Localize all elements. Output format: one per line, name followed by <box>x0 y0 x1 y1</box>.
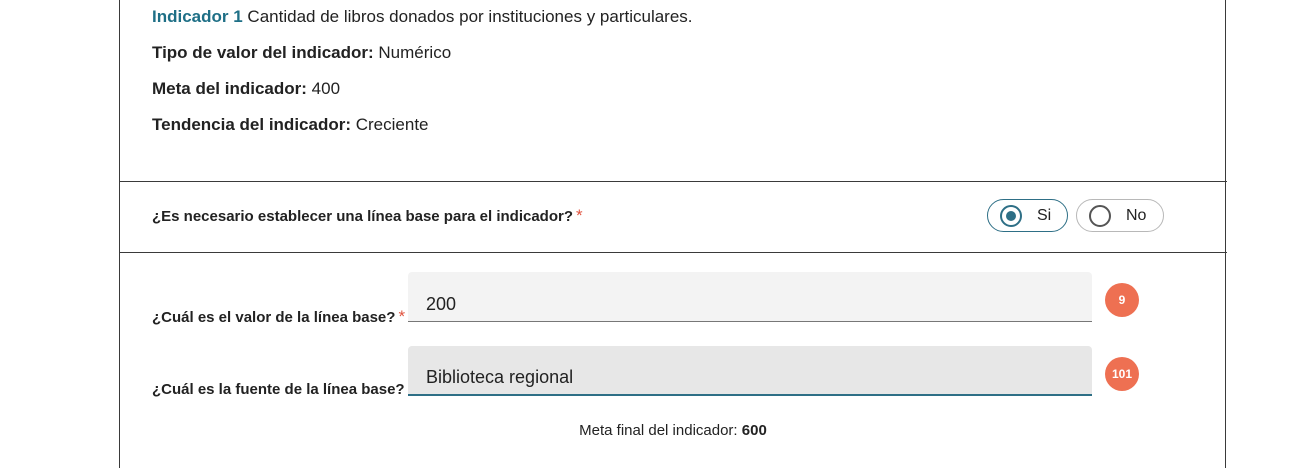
radio-option-si[interactable]: Si <box>987 199 1068 232</box>
char-count-badge: 9 <box>1105 283 1139 317</box>
indicator-title-line: Indicador 1 Cantidad de libros donados p… <box>152 7 693 27</box>
goal-line: Meta del indicador: 400 <box>152 79 340 99</box>
divider <box>119 252 1227 253</box>
baseline-source-label: ¿Cuál es la fuente de la línea base? <box>152 381 405 398</box>
value-type-line: Tipo de valor del indicador: Numérico <box>152 43 451 63</box>
indicator-label: Indicador 1 <box>152 7 243 26</box>
baseline-value-text: 200 <box>426 294 457 314</box>
char-count-badge: 101 <box>1105 357 1139 391</box>
goal-value: 400 <box>311 79 341 98</box>
baseline-value-label-text: ¿Cuál es el valor de la línea base? <box>152 309 396 326</box>
radio-unchecked-icon <box>1089 204 1111 227</box>
baseline-question-text: ¿Es necesario establecer una línea base … <box>152 208 574 225</box>
value-type-label: Tipo de valor del indicador: <box>152 43 374 62</box>
final-goal-label: Meta final del indicador: <box>579 422 738 439</box>
value-type-value: Numérico <box>378 43 452 62</box>
indicator-description: Cantidad de libros donados por instituci… <box>247 7 693 26</box>
baseline-value-label: ¿Cuál es el valor de la línea base? * <box>152 307 405 327</box>
trend-line: Tendencia del indicador: Creciente <box>152 115 429 135</box>
baseline-value-input[interactable]: 200 <box>408 272 1092 322</box>
divider <box>119 181 1227 182</box>
baseline-source-label-text: ¿Cuál es la fuente de la línea base? <box>152 381 405 398</box>
trend-value: Creciente <box>355 115 429 134</box>
final-goal-value: 600 <box>741 422 767 439</box>
goal-label: Meta del indicador: <box>152 79 307 98</box>
radio-option-si-label: Si <box>1037 206 1052 224</box>
final-goal: Meta final del indicador: 600 <box>0 422 1310 439</box>
required-mark: * <box>576 206 583 225</box>
baseline-source-text: Biblioteca regional <box>426 367 574 387</box>
trend-label: Tendencia del indicador: <box>152 115 351 134</box>
radio-option-no-label: No <box>1126 206 1147 224</box>
radio-checked-icon <box>1000 204 1022 227</box>
required-mark: * <box>398 307 406 326</box>
baseline-source-input[interactable]: Biblioteca regional <box>408 346 1092 396</box>
radio-option-no[interactable]: No <box>1076 199 1164 232</box>
baseline-question: ¿Es necesario establecer una línea base … <box>152 206 583 226</box>
